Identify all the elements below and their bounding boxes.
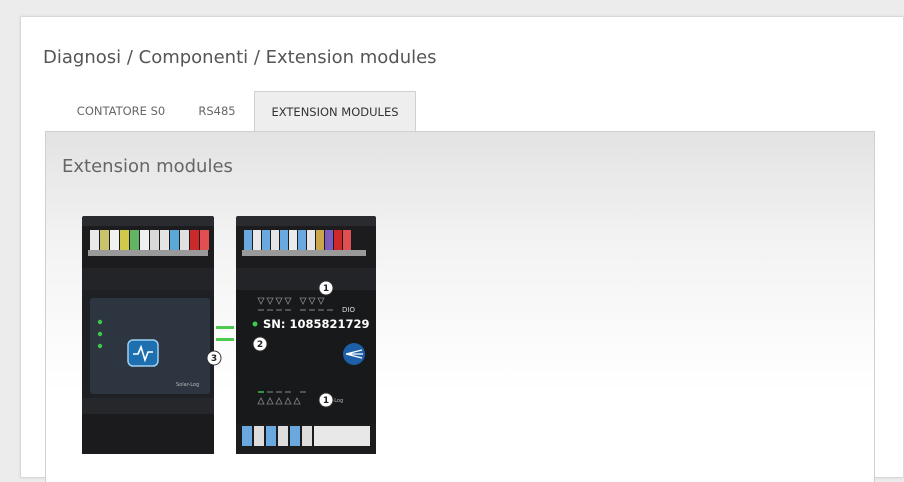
svg-text:Solar-Log: Solar-Log [176, 382, 199, 388]
callout-3: 3 [206, 350, 222, 366]
extension-modules-panel: Extension modules Solar-Log 3 DIO SN: 10… [45, 131, 875, 482]
tab-extension-modules[interactable]: EXTENSION MODULES [254, 91, 416, 133]
svg-text:SN: 1085821729: SN: 1085821729 [263, 317, 370, 331]
panel-title: Extension modules [62, 156, 233, 177]
bus-connector [216, 326, 234, 341]
svg-text:1: 1 [323, 284, 329, 294]
svg-text:1: 1 [323, 396, 329, 406]
tab-bar: CONTATORE S0 RS485 EXTENSION MODULES [57, 91, 877, 133]
callout-1-top: 1 [318, 280, 334, 296]
callout-2: 2 [252, 336, 268, 352]
content-card: Diagnosi / Componenti / Extension module… [20, 16, 904, 482]
svg-text:3: 3 [211, 354, 217, 364]
callout-1-bottom: 1 [318, 392, 334, 408]
tab-contatore-s0[interactable]: CONTATORE S0 [57, 91, 185, 132]
svg-text:DIO: DIO [342, 306, 355, 314]
tab-rs485[interactable]: RS485 [191, 91, 243, 132]
svg-text:2: 2 [257, 340, 263, 350]
extension-module-image: DIO SN: 1085821729 [236, 216, 376, 454]
breadcrumb: Diagnosi / Componenti / Extension module… [43, 47, 437, 68]
base-module-image: Solar-Log [82, 216, 214, 454]
extension-module-diagram: Solar-Log 3 DIO SN: 1085821729 1 2 1 [82, 216, 376, 454]
